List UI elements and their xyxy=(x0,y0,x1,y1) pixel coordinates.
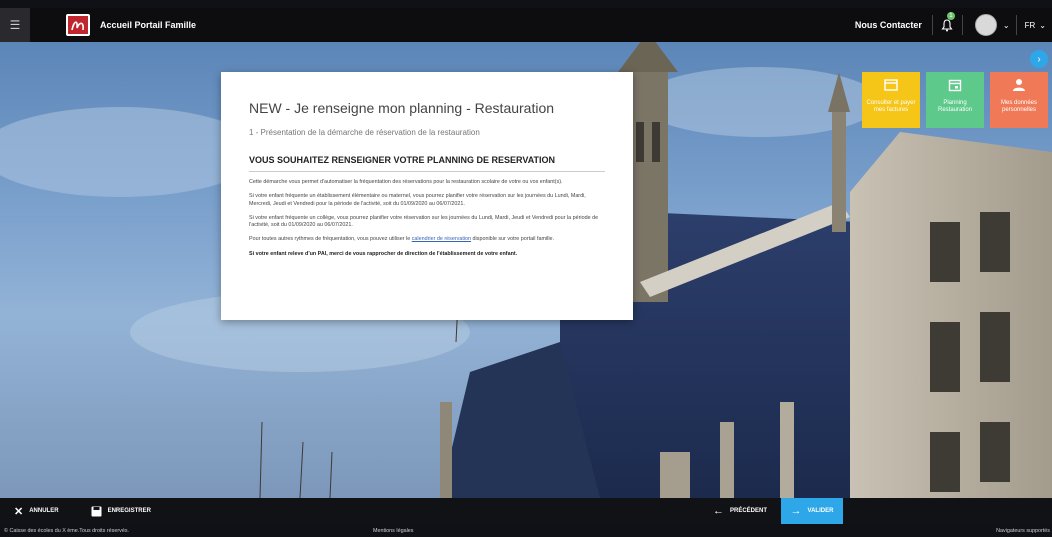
user-icon xyxy=(1013,79,1025,91)
paragraph-intro: Cette démarche vous permet d'automatiser… xyxy=(249,179,563,185)
notification-badge: 1 xyxy=(946,12,955,20)
arrow-left-icon: ← xyxy=(712,505,724,517)
copyright: © Caisse des écoles du X ème.Tous droits… xyxy=(4,527,130,534)
save-button[interactable]: ENREGISTRER xyxy=(91,498,151,524)
tile-label: Planning Restauration xyxy=(937,100,973,113)
text: Pour toutes autres rythmes de fréquentat… xyxy=(249,236,412,243)
footer: © Caisse des écoles du X ème.Tous droits… xyxy=(0,524,1052,537)
bell-icon xyxy=(941,18,954,31)
close-icon: ✕ xyxy=(14,505,24,518)
cancel-label: ANNULER xyxy=(29,508,59,514)
page-title: NEW - Je renseigne mon planning - Restau… xyxy=(249,100,555,116)
paragraph-elementary: Si votre enfant fréquente un établisseme… xyxy=(249,193,586,207)
browsers-link[interactable]: Navigateurs supportés xyxy=(996,528,1050,534)
section-heading: VOUS SOUHAITEZ RENSEIGNER VOTRE PLANNING… xyxy=(249,155,605,172)
text: disponible sur votre portail famille. xyxy=(471,236,555,243)
content-card: NEW - Je renseigne mon planning - Restau… xyxy=(221,72,633,320)
contact-link[interactable]: Nous Contacter xyxy=(855,15,933,35)
paragraph-pai: Si votre enfant releve d'un PAI, merci d… xyxy=(249,250,518,257)
quick-access-tiles: Consulter et payer mes factures Planning… xyxy=(862,72,1048,128)
cancel-button[interactable]: ✕ ANNULER xyxy=(14,498,59,524)
logo[interactable] xyxy=(66,14,90,36)
menu-icon[interactable]: ☰ xyxy=(0,8,30,42)
tile-planning[interactable]: Planning Restauration xyxy=(926,72,984,128)
language-selector[interactable]: FR xyxy=(1025,21,1036,30)
paragraph-other: Pour toutes autres rythmes de fréquentat… xyxy=(249,236,605,243)
chevron-right-icon[interactable]: › xyxy=(1030,50,1048,68)
tile-label: Consulter et payer mes factures xyxy=(866,100,916,113)
legal-link[interactable]: Mentions légales xyxy=(373,528,413,534)
validate-label: VALIDER xyxy=(807,508,834,514)
validate-button[interactable]: → VALIDER xyxy=(781,498,843,524)
save-label: ENREGISTRER xyxy=(107,508,151,514)
action-bar: ✕ ANNULER ENREGISTRER ← PRÉCÉDENT → VALI… xyxy=(0,498,1052,524)
calendar-icon xyxy=(948,79,962,92)
chevron-down-icon[interactable]: ⌄ xyxy=(1039,21,1046,30)
tile-personal-data[interactable]: Mes données personnelles xyxy=(990,72,1048,128)
top-bar: ☰ Accueil Portail Famille Nous Contacter… xyxy=(0,8,1052,42)
chevron-down-icon[interactable]: ⌄ xyxy=(1003,21,1010,30)
arrow-right-icon: → xyxy=(790,505,802,517)
app-title[interactable]: Accueil Portail Famille xyxy=(100,20,196,30)
calendar-link[interactable]: calendrier de réservation xyxy=(412,236,471,242)
previous-button[interactable]: ← PRÉCÉDENT xyxy=(713,498,767,524)
tile-label: Mes données personnelles xyxy=(1000,100,1038,113)
avatar[interactable] xyxy=(974,14,997,36)
divider xyxy=(1015,15,1017,35)
paragraph-college: Si votre enfant fréquente un collège, vo… xyxy=(249,214,599,229)
tile-invoices[interactable]: Consulter et payer mes factures xyxy=(862,72,920,128)
save-icon xyxy=(91,506,102,516)
previous-label: PRÉCÉDENT xyxy=(729,508,767,514)
invoice-icon xyxy=(884,79,898,91)
notifications-button[interactable]: 1 xyxy=(933,12,963,35)
step-subtitle: 1 - Présentation de la démarche de réser… xyxy=(249,128,480,137)
